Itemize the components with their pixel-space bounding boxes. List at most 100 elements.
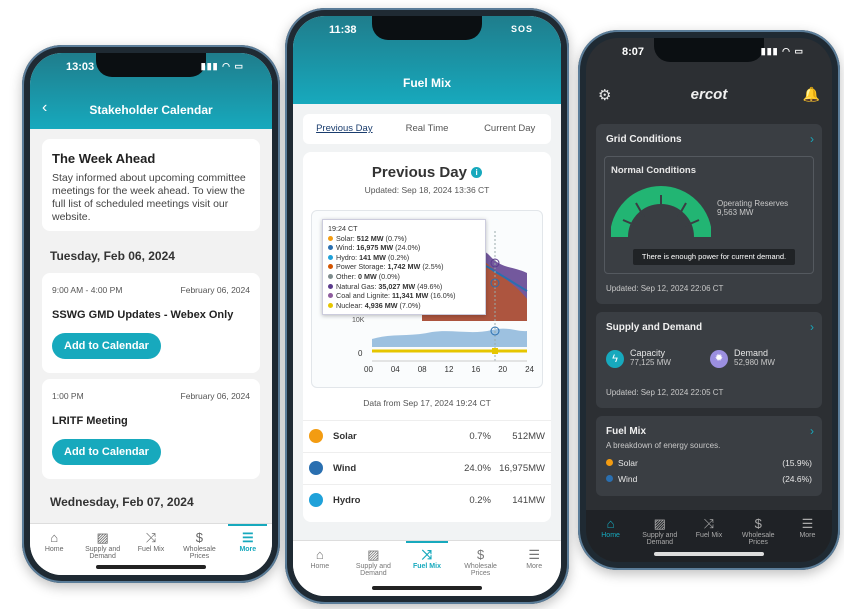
phone-calendar: 13:03 ▮▮▮ ◠ ▭ ‹ Stakeholder Calendar The…	[22, 45, 280, 583]
tooltip-row: Nuclear: 4,936 MW (7.0%)	[328, 301, 480, 311]
calendar-header: 13:03 ▮▮▮ ◠ ▭ ‹ Stakeholder Calendar	[30, 53, 272, 129]
reserves-label: Operating Reserves	[717, 199, 789, 208]
card-subtitle: A breakdown of energy sources.	[606, 441, 721, 450]
fuel-percent: 0.2%	[469, 495, 491, 506]
demand-block: Demand 52,980 MW	[734, 348, 775, 367]
meeting-card: 1:00 PM February 06, 2024 LRITF Meeting …	[42, 379, 260, 479]
shuffle-icon: ⤨	[703, 516, 715, 531]
legend-dot-icon	[328, 254, 333, 260]
legend-dot-icon	[328, 293, 333, 299]
add-to-calendar-button[interactable]: Add to Calendar	[52, 439, 161, 465]
fuel-mix-screen: 11:38 SOS Fuel Mix Previous Day Real Tim…	[293, 16, 561, 596]
tab-more[interactable]: ☰ More	[507, 541, 561, 596]
updated-text: Updated: Sep 12, 2024 22:06 CT	[606, 284, 724, 293]
x-tick: 24	[525, 365, 534, 374]
tab-more[interactable]: ☰ More	[783, 510, 832, 562]
fuel-mix-card[interactable]: Fuel Mix › A breakdown of energy sources…	[596, 416, 822, 496]
grid-message: There is enough power for current demand…	[633, 249, 795, 265]
gauge-icon	[611, 186, 711, 238]
grid-conditions-card[interactable]: Grid Conditions › Normal Conditions Oper…	[596, 124, 822, 304]
chevron-right-icon[interactable]: ›	[810, 424, 814, 438]
add-to-calendar-button[interactable]: Add to Calendar	[52, 333, 161, 359]
lightbulb-icon: ✹	[710, 350, 728, 368]
meeting-date: February 06, 2024	[180, 285, 250, 295]
calendar-screen: 13:03 ▮▮▮ ◠ ▭ ‹ Stakeholder Calendar The…	[30, 53, 272, 575]
fuel-mix-chart[interactable]: 10K 0 00 04 08 12 16 20 24 19:24 CT Sola…	[311, 210, 543, 388]
sun-icon	[309, 429, 323, 443]
day-heading: Tuesday, Feb 06, 2024	[50, 249, 175, 263]
demand-value: 52,980 MW	[734, 358, 775, 367]
fuel-row-wind: Wind (24.6%)	[596, 472, 822, 486]
price-tag-icon: $	[195, 530, 204, 545]
tooltip-row: Natural Gas: 35,027 MW (49.6%)	[328, 282, 480, 292]
segment-real-time[interactable]: Real Time	[386, 114, 469, 144]
ercot-logo: ercot	[690, 86, 728, 103]
meeting-time: 1:00 PM	[52, 391, 84, 401]
updated-text: Updated: Sep 12, 2024 22:05 CT	[606, 388, 724, 397]
page-title: Stakeholder Calendar	[89, 103, 213, 117]
water-drop-icon	[309, 493, 323, 507]
card-title: Supply and Demand	[606, 322, 703, 333]
tooltip-row: Power Storage: 1,742 MW (2.5%)	[328, 262, 480, 272]
grid-status-box: Normal Conditions Operating Reserves 9,5…	[604, 156, 814, 274]
week-ahead-title: The Week Ahead	[52, 151, 156, 166]
chevron-right-icon[interactable]: ›	[810, 132, 814, 146]
tooltip-row: Solar: 512 MW (0.7%)	[328, 234, 480, 244]
tab-home[interactable]: ⌂ Home	[30, 524, 78, 575]
status-icons: ▮▮▮ ◠ ▭	[760, 46, 804, 56]
meeting-date: February 06, 2024	[180, 391, 250, 401]
x-tick: 20	[498, 365, 508, 374]
week-ahead-text: Stay informed about upcoming committee m…	[52, 172, 246, 223]
capacity-block: Capacity 77,125 MW	[630, 348, 671, 367]
fuel-row-solar[interactable]: Solar 0.7% 512MW	[303, 420, 551, 452]
chart-icon: ▨	[653, 516, 666, 531]
home-icon: ⌂	[315, 547, 324, 562]
demand-label: Demand	[734, 348, 769, 358]
home-indicator	[654, 552, 764, 556]
x-tick: 12	[444, 365, 454, 374]
home-icon: ⌂	[606, 516, 615, 531]
sun-icon	[606, 459, 613, 466]
legend-dot-icon	[328, 302, 333, 308]
bell-icon[interactable]: 🔔	[803, 86, 820, 103]
segment-previous-day[interactable]: Previous Day	[303, 114, 386, 144]
legend-dot-icon	[328, 283, 333, 289]
period-segmented-control: Previous Day Real Time Current Day	[303, 114, 551, 144]
fuel-row-hydro[interactable]: Hydro 0.2% 141MW	[303, 484, 551, 516]
fuel-row-solar: Solar (15.9%)	[596, 454, 822, 472]
y-tick-10k: 10K	[352, 317, 365, 324]
capacity-value: 77,125 MW	[630, 358, 671, 367]
fuel-percent: 0.7%	[469, 431, 491, 442]
capacity-label: Capacity	[630, 348, 666, 358]
status-time: 8:07	[622, 46, 645, 58]
lightning-icon: ϟ	[606, 350, 624, 368]
updated-text: Updated: Sep 18, 2024 13:36 CT	[364, 185, 490, 195]
tooltip-row: Coal and Lignite: 11,341 MW (16.0%)	[328, 291, 480, 301]
card-title: Fuel Mix	[606, 426, 647, 437]
chevron-right-icon[interactable]: ›	[810, 320, 814, 334]
tab-home[interactable]: ⌂ Home	[293, 541, 347, 596]
fuel-mw: 141MW	[512, 495, 545, 506]
meeting-time: 9:00 AM - 4:00 PM	[52, 285, 123, 295]
menu-icon: ☰	[528, 547, 540, 562]
home-icon: ⌂	[50, 530, 59, 545]
reserves-value: 9,563 MW	[717, 208, 754, 217]
tab-more[interactable]: ☰ More	[224, 524, 272, 575]
info-icon[interactable]: i	[471, 167, 483, 178]
page-title: Fuel Mix	[402, 76, 451, 90]
wind-icon	[606, 475, 613, 482]
segment-current-day[interactable]: Current Day	[468, 114, 551, 144]
supply-demand-card[interactable]: Supply and Demand › ϟ Capacity 77,125 MW…	[596, 312, 822, 408]
tooltip-row: Wind: 16,975 MW (24.0%)	[328, 243, 480, 253]
y-tick-zero: 0	[358, 349, 363, 358]
x-tick: 04	[390, 365, 400, 374]
card-title: Previous Day	[371, 164, 467, 181]
fuel-mix-header: 11:38 SOS Fuel Mix	[293, 16, 561, 104]
x-tick: 16	[471, 365, 481, 374]
fuel-row-wind[interactable]: Wind 24.0% 16,975MW	[303, 452, 551, 484]
phone-fuel-mix: 11:38 SOS Fuel Mix Previous Day Real Tim…	[285, 8, 569, 604]
tab-home[interactable]: ⌂ Home	[586, 510, 635, 562]
legend-dot-icon	[328, 235, 333, 241]
grid-status: Normal Conditions	[611, 165, 696, 176]
data-from-text: Data from Sep 17, 2024 19:24 CT	[363, 398, 491, 408]
